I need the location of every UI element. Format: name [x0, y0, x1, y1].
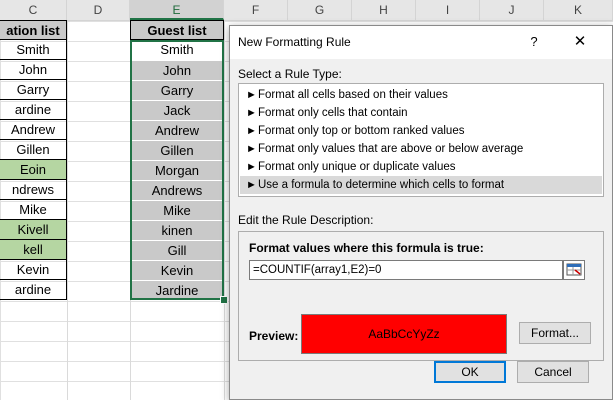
rule-type-label: Format only values that are above or bel…	[258, 143, 524, 155]
invitation-list-cell[interactable]: Kivell	[0, 220, 67, 240]
formula-input[interactable]: =COUNTIF(array1,E2)=0	[249, 260, 563, 280]
rule-type-item[interactable]: ►Format only cells that contain	[240, 104, 602, 122]
rule-description-panel: Format values where this formula is true…	[238, 231, 604, 361]
guest-list-cell[interactable]: Mike	[130, 200, 224, 220]
invitation-list-cell[interactable]: Mike	[0, 200, 67, 220]
column-header-row: C D E F G H I J K	[0, 0, 613, 21]
invitation-list-cell[interactable]: Kevin	[0, 260, 67, 280]
guest-list-cell[interactable]: Morgan	[130, 160, 224, 180]
guest-list-header[interactable]: Guest list	[130, 20, 224, 40]
bullet-arrow-icon: ►	[246, 179, 257, 191]
column-header-g[interactable]: G	[288, 0, 352, 20]
column-header-e[interactable]: E	[130, 0, 224, 20]
guest-list-cell[interactable]: Smith	[130, 40, 224, 60]
guest-list-cell[interactable]: Andrews	[130, 180, 224, 200]
invitation-list-cell[interactable]: ndrews	[0, 180, 67, 200]
guest-list-cell[interactable]: Kevin	[130, 260, 224, 280]
preview-label: Preview:	[249, 329, 299, 343]
grid-line	[67, 21, 68, 400]
ok-button[interactable]: OK	[434, 361, 506, 383]
column-header-c[interactable]: C	[0, 0, 67, 20]
column-header-i[interactable]: I	[416, 0, 480, 20]
bullet-arrow-icon: ►	[246, 107, 257, 119]
invitation-list-cell[interactable]: Garry	[0, 80, 67, 100]
rule-type-label: Format all cells based on their values	[258, 89, 448, 101]
bullet-arrow-icon: ►	[246, 161, 257, 173]
rule-type-label: Format only unique or duplicate values	[258, 161, 456, 173]
guest-list-cell[interactable]: Garry	[130, 80, 224, 100]
rule-type-item[interactable]: ►Format all cells based on their values	[240, 86, 602, 104]
grid-line	[224, 21, 225, 400]
format-button[interactable]: Format...	[519, 322, 591, 344]
guest-list-cell[interactable]: John	[130, 60, 224, 80]
column-header-k[interactable]: K	[544, 0, 613, 20]
range-select-icon	[566, 263, 582, 276]
invitation-list-cell[interactable]: Gillen	[0, 140, 67, 160]
invitation-list-cell[interactable]: Eoin	[0, 160, 67, 180]
rule-type-label: Format only cells that contain	[258, 107, 408, 119]
rule-type-list[interactable]: ►Format all cells based on their values ►…	[238, 83, 604, 197]
guest-list-cell[interactable]: Andrew	[130, 120, 224, 140]
bullet-arrow-icon: ►	[246, 143, 257, 155]
invitation-list-cell[interactable]: kell	[0, 240, 67, 260]
close-icon[interactable]: ✕	[568, 32, 592, 52]
rule-type-item[interactable]: ►Format only unique or duplicate values	[240, 158, 602, 176]
column-header-d[interactable]: D	[67, 0, 130, 20]
invitation-list-cell[interactable]: ardine	[0, 100, 67, 120]
fill-handle[interactable]	[220, 296, 228, 304]
dialog-titlebar[interactable]: New Formatting Rule ? ✕	[230, 26, 612, 59]
formula-label: Format values where this formula is true…	[249, 241, 484, 255]
edit-rule-description-label: Edit the Rule Description:	[238, 213, 374, 227]
column-header-j[interactable]: J	[480, 0, 544, 20]
guest-list-cell[interactable]: Jack	[130, 100, 224, 120]
help-icon[interactable]: ?	[522, 32, 546, 52]
guest-list-cell[interactable]: Gillen	[130, 140, 224, 160]
format-preview: AaBbCcYyZz	[301, 314, 507, 354]
rule-type-label: Use a formula to determine which cells t…	[258, 179, 505, 191]
new-formatting-rule-dialog: New Formatting Rule ? ✕ Select a Rule Ty…	[229, 25, 613, 400]
rule-type-item[interactable]: ►Format only values that are above or be…	[240, 140, 602, 158]
guest-list-cell[interactable]: kinen	[130, 220, 224, 240]
column-header-f[interactable]: F	[224, 0, 288, 20]
invitation-list-cell[interactable]: Andrew	[0, 120, 67, 140]
invitation-list-cell[interactable]: Smith	[0, 40, 67, 60]
column-header-h[interactable]: H	[352, 0, 416, 20]
bullet-arrow-icon: ►	[246, 89, 257, 101]
rule-type-label: Format only top or bottom ranked values	[258, 125, 465, 137]
dialog-title: New Formatting Rule	[238, 35, 351, 49]
cancel-button[interactable]: Cancel	[517, 361, 589, 383]
bullet-arrow-icon: ►	[246, 125, 257, 137]
guest-list-cell[interactable]: Gill	[130, 240, 224, 260]
select-rule-type-label: Select a Rule Type:	[238, 67, 342, 81]
invitation-list-cell[interactable]: John	[0, 60, 67, 80]
collapse-dialog-icon[interactable]	[563, 260, 585, 280]
invitation-list-header[interactable]: ation list	[0, 20, 67, 40]
guest-list-cell[interactable]: Jardine	[130, 280, 224, 300]
rule-type-item[interactable]: ►Use a formula to determine which cells …	[240, 176, 602, 194]
invitation-list-cell[interactable]: ardine	[0, 280, 67, 300]
rule-type-item[interactable]: ►Format only top or bottom ranked values	[240, 122, 602, 140]
